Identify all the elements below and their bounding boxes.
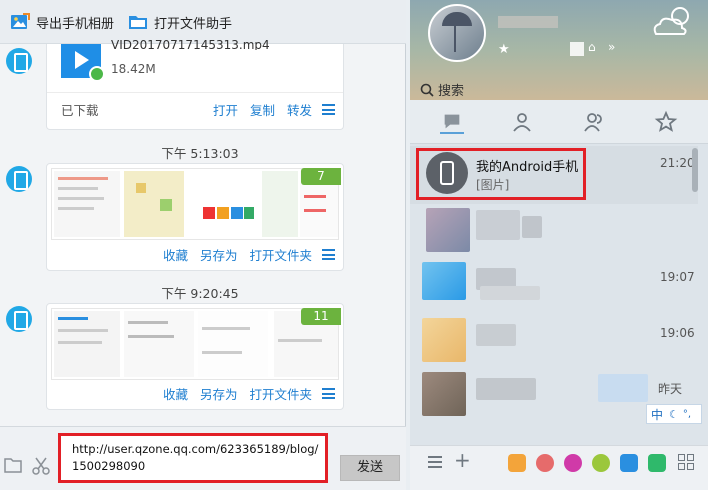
photo-album-icon <box>11 13 30 29</box>
add-icon[interactable]: + <box>454 448 471 472</box>
contact-item[interactable]: 19:06 <box>410 318 698 376</box>
contact-preview: [图片] <box>476 178 510 192</box>
more-chevron-icon[interactable]: » <box>608 40 615 54</box>
phone-avatar <box>6 48 32 74</box>
image-count-badge: 11 <box>301 308 341 325</box>
image-actions: 收藏 另存为 打开文件夹 <box>151 384 335 403</box>
timestamp: 下午 5:13:03 <box>161 146 239 161</box>
moon-icon: ☾ <box>669 407 679 421</box>
save-as-button[interactable]: 另存为 <box>200 245 238 264</box>
video-file-icon <box>61 44 105 82</box>
copy-button[interactable]: 复制 <box>250 100 275 119</box>
qq-main-panel: ★ ⌂ » 搜索 我的Android手机 [图片] 21:20 19:07 19… <box>410 0 708 490</box>
open-file-helper-button[interactable]: 打开文件助手 <box>128 12 232 32</box>
image-actions: 收藏 另存为 打开文件夹 <box>151 245 335 264</box>
ime-status-bar[interactable]: 中 ☾ °, <box>646 404 702 424</box>
send-button[interactable]: 发送 <box>340 455 400 481</box>
favorites-tab-icon[interactable] <box>654 110 678 134</box>
export-album-button[interactable]: 导出手机相册 <box>10 12 114 32</box>
open-folder-button[interactable]: 打开文件夹 <box>249 245 312 264</box>
image-card-1[interactable]: 7 收藏 另存为 打开文件夹 <box>46 163 344 271</box>
phone-avatar <box>6 166 32 192</box>
ime-mode: 中 <box>651 407 664 422</box>
contact-time: 19:07 <box>660 270 695 284</box>
video-size: 18.42M <box>111 62 156 76</box>
flower-icon[interactable] <box>564 454 582 472</box>
contact-list-scrollbar[interactable] <box>692 148 698 192</box>
phone-icon <box>440 161 454 185</box>
avatar-app-icon[interactable] <box>536 454 554 472</box>
app-icon[interactable] <box>570 42 584 56</box>
star-icon[interactable]: ★ <box>498 42 512 57</box>
timestamp: 下午 9:20:45 <box>161 286 239 301</box>
dot-icon: °, <box>682 408 692 420</box>
search-icon <box>420 83 434 97</box>
open-folder-button[interactable]: 打开文件夹 <box>249 384 312 403</box>
image-card-2[interactable]: 11 收藏 另存为 打开文件夹 <box>46 303 344 410</box>
message-input[interactable]: http://user.qzone.qq.com/623365189/blog/… <box>58 433 328 483</box>
forward-button[interactable]: 转发 <box>287 100 312 119</box>
qq-bottom-bar: + <box>410 445 708 490</box>
profile-header: ★ ⌂ » 搜索 <box>410 0 708 100</box>
contact-item[interactable] <box>410 204 698 262</box>
more-menu-icon[interactable] <box>322 249 335 260</box>
more-menu-icon[interactable] <box>322 104 335 115</box>
contact-time: 昨天 <box>658 382 683 396</box>
contact-time: 21:20 <box>660 156 695 170</box>
app-grid-icon[interactable] <box>678 454 694 470</box>
video-filename: VID20170717145313.mp4 <box>111 38 270 50</box>
open-button[interactable]: 打开 <box>213 100 238 119</box>
message-tab-icon[interactable] <box>440 110 464 134</box>
more-menu-icon[interactable] <box>322 388 335 399</box>
play-icon[interactable] <box>648 454 666 472</box>
contact-item-android-phone[interactable]: 我的Android手机 [图片] 21:20 <box>410 146 698 204</box>
shield-icon[interactable] <box>620 454 638 472</box>
contact-tab-icon[interactable] <box>510 110 534 134</box>
contact-name: 我的Android手机 <box>476 160 579 175</box>
download-status: 已下载 <box>61 103 99 118</box>
main-menu-icon[interactable] <box>428 456 442 468</box>
phone-avatar <box>6 306 32 332</box>
avatar[interactable] <box>428 4 486 62</box>
scissors-icon[interactable] <box>32 457 50 475</box>
favorite-button[interactable]: 收藏 <box>163 384 188 403</box>
music-icon[interactable] <box>592 454 610 472</box>
chat-window: 导出手机相册 打开文件助手 VID20170717145313.mp4 18.4… <box>0 0 406 490</box>
gift-icon[interactable]: ⌂ <box>588 40 602 54</box>
save-as-button[interactable]: 另存为 <box>200 384 238 403</box>
group-tab-icon[interactable] <box>582 110 606 134</box>
screenshot-thumbnail[interactable] <box>51 168 339 240</box>
qq-tabs <box>410 100 708 144</box>
downloaded-check-icon <box>89 66 105 82</box>
folder-icon[interactable] <box>4 457 22 473</box>
android-phone-avatar <box>426 152 468 194</box>
folder-icon <box>129 16 147 29</box>
composer: http://user.qzone.qq.com/623365189/blog/… <box>0 426 406 490</box>
video-actions: 打开 复制 转发 <box>201 100 335 119</box>
weather-icon[interactable] <box>648 4 696 40</box>
search-placeholder: 搜索 <box>438 84 465 99</box>
open-file-helper-label: 打开文件助手 <box>154 16 233 32</box>
video-file-card[interactable]: VID20170717145313.mp4 18.42M 已下载 打开 复制 转… <box>46 38 344 130</box>
search-box[interactable]: 搜索 <box>420 80 464 99</box>
export-album-label: 导出手机相册 <box>36 16 115 32</box>
screenshot-thumbnail[interactable] <box>51 308 339 380</box>
game-icon[interactable] <box>508 454 526 472</box>
contact-item[interactable]: 19:07 <box>410 262 698 320</box>
favorite-button[interactable]: 收藏 <box>163 245 188 264</box>
image-count-badge: 7 <box>301 168 341 185</box>
contact-time: 19:06 <box>660 326 695 340</box>
